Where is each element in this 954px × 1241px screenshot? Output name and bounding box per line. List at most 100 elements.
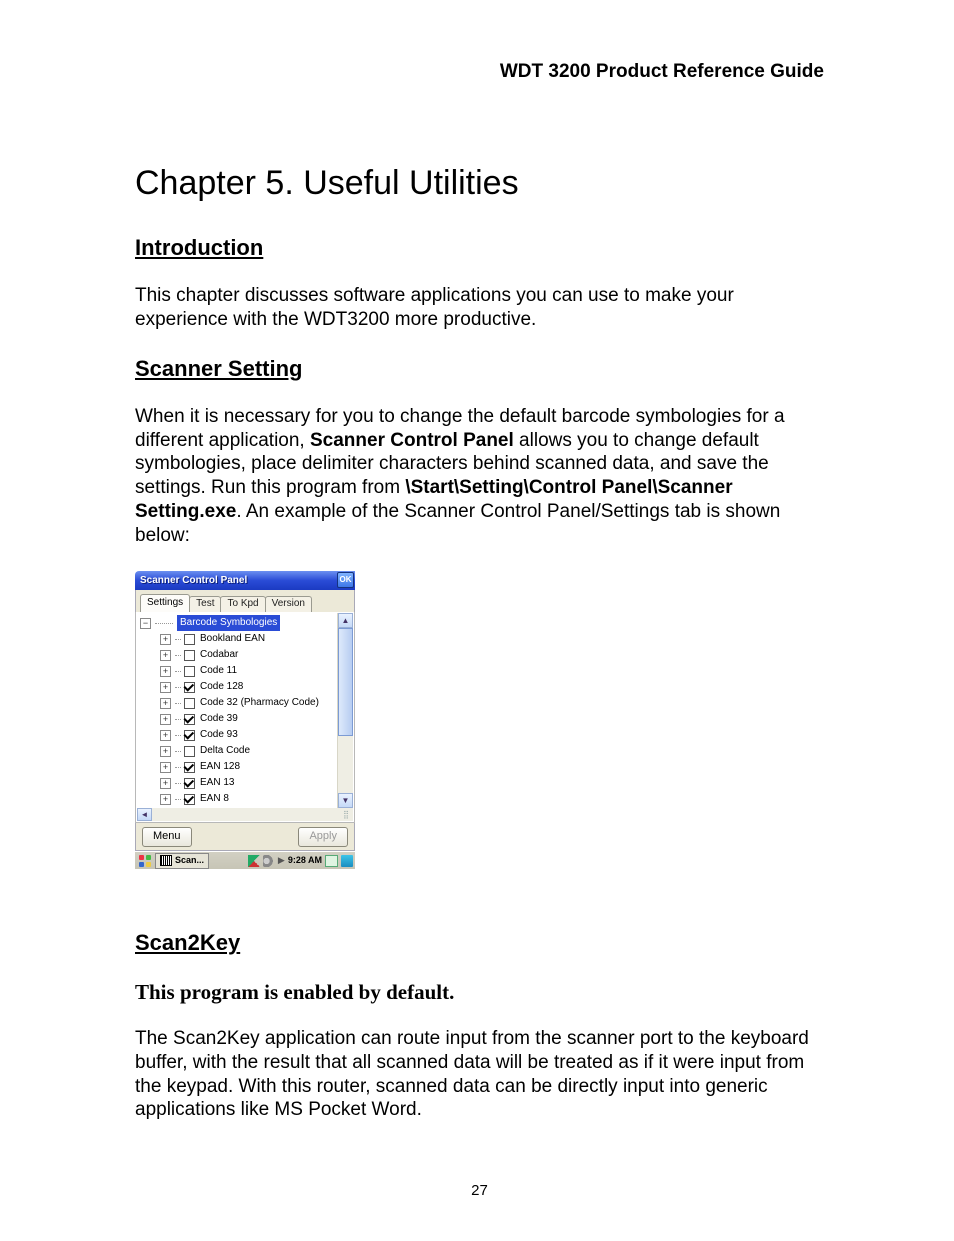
- checkbox[interactable]: [184, 666, 195, 677]
- tree-item-label: Codabar: [200, 647, 238, 663]
- checkbox[interactable]: [184, 650, 195, 661]
- tree-item[interactable]: Codabar: [160, 647, 336, 663]
- tree-item-label: Bookland EAN: [200, 631, 265, 647]
- start-button[interactable]: [136, 853, 153, 869]
- checkbox[interactable]: [184, 634, 195, 645]
- tree-root[interactable]: Barcode Symbologies: [140, 615, 336, 631]
- client-area: Barcode Symbologies Bookland EANCodabarC…: [135, 612, 355, 823]
- tab-test[interactable]: Test: [189, 596, 221, 614]
- page: WDT 3200 Product Reference Guide Chapter…: [0, 0, 954, 1241]
- scroll-down-icon[interactable]: ▼: [338, 793, 353, 808]
- tray-arrow-icon[interactable]: ▶: [278, 855, 285, 866]
- tree-connector: [155, 623, 173, 624]
- system-tray[interactable]: ▶ 9:28 AM: [248, 855, 355, 867]
- resize-grip-icon[interactable]: ⣿: [338, 808, 353, 821]
- hscroll-track[interactable]: [152, 808, 338, 821]
- checkbox[interactable]: [184, 682, 195, 693]
- scanner-paragraph: When it is necessary for you to change t…: [135, 405, 824, 548]
- tree-item[interactable]: EAN 8: [160, 791, 336, 807]
- section-introduction-heading: Introduction: [135, 234, 824, 262]
- taskbar-app-label: Scan...: [175, 855, 204, 866]
- symbology-tree[interactable]: Barcode Symbologies Bookland EANCodabarC…: [140, 615, 336, 808]
- tree-item-label: EAN 13: [200, 775, 234, 791]
- tray-extra-icon[interactable]: [341, 855, 353, 867]
- checkbox[interactable]: [184, 746, 195, 757]
- expand-icon[interactable]: [160, 746, 171, 757]
- scroll-track[interactable]: [338, 628, 353, 793]
- collapse-icon[interactable]: [140, 618, 151, 629]
- tree-item[interactable]: Code 32 (Pharmacy Code): [160, 695, 336, 711]
- expand-icon[interactable]: [160, 730, 171, 741]
- scan2key-subheading: This program is enabled by default.: [135, 979, 824, 1005]
- tree-connector: [175, 703, 181, 704]
- chapter-title: Chapter 5. Useful Utilities: [135, 162, 824, 205]
- tree-item-label: Code 11: [200, 663, 237, 679]
- windows-logo-icon: [139, 855, 151, 867]
- tree-item[interactable]: Code 39: [160, 711, 336, 727]
- apply-button[interactable]: Apply: [298, 827, 348, 847]
- volume-icon[interactable]: [263, 855, 275, 867]
- tree-item[interactable]: Bookland EAN: [160, 631, 336, 647]
- introduction-paragraph: This chapter discusses software applicat…: [135, 284, 824, 332]
- ok-button[interactable]: OK: [337, 572, 354, 588]
- bottom-panel: Menu Apply: [135, 823, 355, 851]
- tree-connector: [175, 639, 181, 640]
- tab-to-kpd[interactable]: To Kpd: [220, 596, 265, 614]
- tree-item[interactable]: Delta Code: [160, 743, 336, 759]
- desktop-icon[interactable]: [325, 855, 338, 867]
- horizontal-scrollbar[interactable]: ◄ ► ⣿: [137, 808, 353, 821]
- tree-root-label[interactable]: Barcode Symbologies: [177, 615, 280, 631]
- taskbar[interactable]: Scan... ▶ 9:28 AM: [135, 851, 355, 869]
- scroll-up-icon[interactable]: ▲: [338, 613, 353, 628]
- tab-settings[interactable]: Settings: [140, 594, 190, 613]
- network-icon[interactable]: [248, 855, 260, 867]
- tree-connector: [175, 799, 181, 800]
- expand-icon[interactable]: [160, 778, 171, 789]
- checkbox[interactable]: [184, 762, 195, 773]
- expand-icon[interactable]: [160, 682, 171, 693]
- expand-icon[interactable]: [160, 650, 171, 661]
- checkbox[interactable]: [184, 698, 195, 709]
- barcode-icon: [160, 855, 172, 866]
- running-header: WDT 3200 Product Reference Guide: [135, 60, 824, 84]
- tree-item-label: EAN 8: [200, 791, 229, 807]
- page-number: 27: [135, 1182, 824, 1201]
- section-scan2key-heading: Scan2Key: [135, 929, 824, 957]
- window-titlebar[interactable]: Scanner Control Panel: [135, 571, 355, 590]
- expand-icon[interactable]: [160, 794, 171, 805]
- expand-icon[interactable]: [160, 714, 171, 725]
- scroll-left-icon[interactable]: ◄: [137, 808, 152, 821]
- tree-connector: [175, 751, 181, 752]
- tree-item-label: Code 93: [200, 727, 238, 743]
- tree-item[interactable]: EAN 128: [160, 759, 336, 775]
- tab-version[interactable]: Version: [265, 596, 312, 614]
- expand-icon[interactable]: [160, 666, 171, 677]
- tree-item[interactable]: Code 128: [160, 679, 336, 695]
- tree-connector: [175, 671, 181, 672]
- tree-connector: [175, 783, 181, 784]
- checkbox[interactable]: [184, 714, 195, 725]
- tree-item-label: Code 32 (Pharmacy Code): [200, 695, 319, 711]
- tree-connector: [175, 735, 181, 736]
- checkbox[interactable]: [184, 730, 195, 741]
- scroll-thumb[interactable]: [338, 628, 353, 735]
- tree-item[interactable]: EAN 13: [160, 775, 336, 791]
- tree-connector: [175, 687, 181, 688]
- menu-button[interactable]: Menu: [142, 827, 192, 847]
- taskbar-app-button[interactable]: Scan...: [155, 853, 209, 869]
- tree-item[interactable]: Code 11: [160, 663, 336, 679]
- expand-icon[interactable]: [160, 698, 171, 709]
- tab-strip: Settings Test To Kpd Version: [135, 590, 355, 612]
- checkbox[interactable]: [184, 778, 195, 789]
- checkbox[interactable]: [184, 794, 195, 805]
- scan2key-paragraph: The Scan2Key application can route input…: [135, 1027, 824, 1122]
- tree-item[interactable]: Code 93: [160, 727, 336, 743]
- taskbar-clock[interactable]: 9:28 AM: [288, 855, 322, 866]
- vertical-scrollbar[interactable]: ▲ ▼: [337, 613, 353, 808]
- scanner-control-panel-window: Scanner Control Panel OK Settings Test T…: [135, 571, 355, 869]
- expand-icon[interactable]: [160, 762, 171, 773]
- bold-text: Scanner Control Panel: [310, 430, 514, 451]
- tree-item-label: EAN 128: [200, 759, 240, 775]
- tree-item-label: Code 39: [200, 711, 238, 727]
- expand-icon[interactable]: [160, 634, 171, 645]
